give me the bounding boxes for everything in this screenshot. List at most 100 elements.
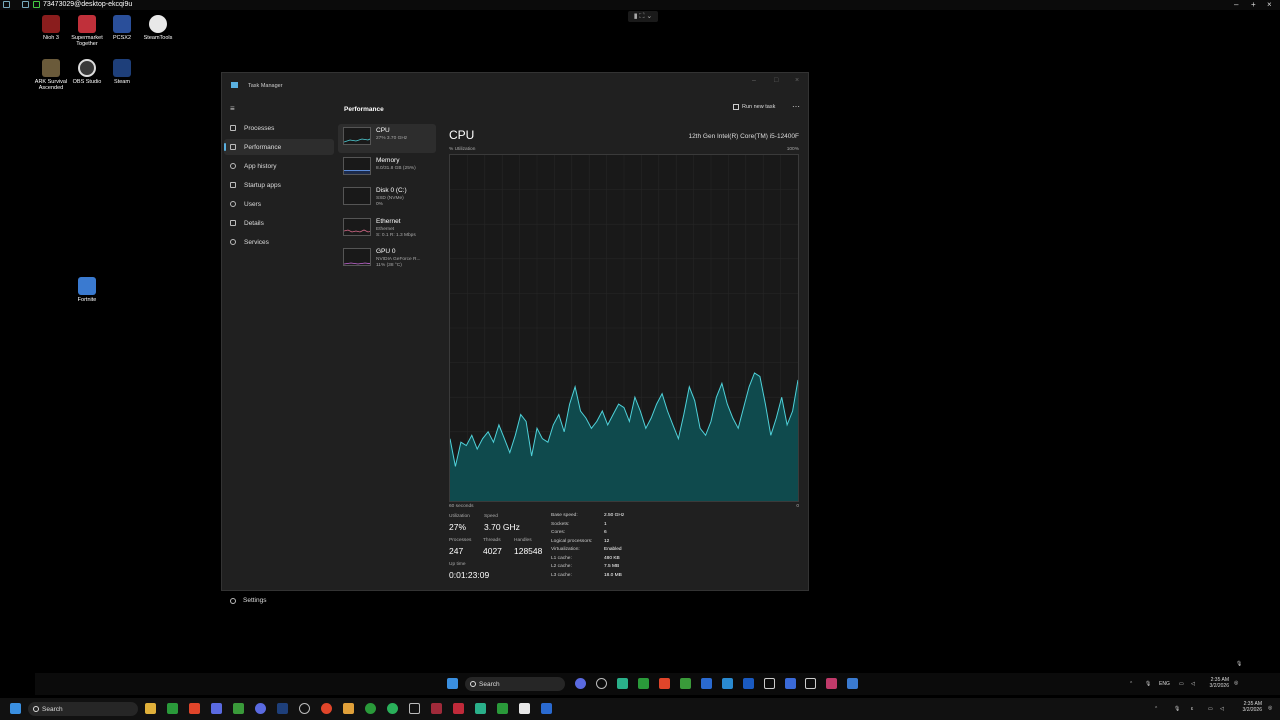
nav-processes[interactable]: Processes [224,120,334,136]
app-icon[interactable] [617,678,628,689]
close-icon[interactable]: × [1267,0,1272,9]
title-bar[interactable]: Task Manager – □ × [222,73,808,95]
monitor-icon[interactable] [409,703,420,714]
desktop-icon-pcsx2[interactable]: PCSX2 [102,15,142,41]
nvidia-icon[interactable] [233,703,244,714]
desktop-icon-obs[interactable]: OBS Studio [67,59,107,85]
brave-icon[interactable] [659,678,670,689]
device-cpu[interactable]: CPU 27% 3.70 GHz [338,124,436,153]
gpu-thumbnail [343,248,371,266]
steam-icon[interactable] [277,703,288,714]
edge-icon[interactable] [722,678,733,689]
chatgpt-icon[interactable] [299,703,310,714]
maximize-icon[interactable]: □ [774,77,778,84]
speed-label: Speed [484,514,498,519]
app-icon[interactable] [826,678,837,689]
windows-start-icon[interactable] [447,678,458,689]
memory-thumbnail [343,157,371,175]
device-disk0[interactable]: Disk 0 (C:) SSD (NVMe) 0% [338,184,436,213]
remote-toolbar-toggle[interactable]: ▮ ⛶ ⌄ [628,11,658,22]
xbox-app-icon[interactable] [365,703,376,714]
windows-start-icon[interactable] [10,703,21,714]
app-icon[interactable] [805,678,816,689]
utilization-axis-label: % Utilization [449,147,476,152]
microphone-icon[interactable]: 🎙 [1145,681,1151,687]
remote-language[interactable]: ENG [1159,681,1170,687]
spotify-icon[interactable] [387,703,398,714]
discord-alt-icon[interactable] [255,703,266,714]
notification-icon[interactable]: ◎ [1268,705,1272,711]
nioh3-icon [42,15,60,33]
network-icon[interactable]: ▭ [1208,706,1213,712]
graph-x-right-label: 0 [796,504,799,509]
uptime-label: Up time [449,562,466,567]
nav-performance[interactable]: Performance [224,139,334,155]
browser-icon[interactable] [743,678,754,689]
close-icon[interactable]: × [795,77,799,84]
cpu-graph-canvas [449,155,799,501]
settings-gear-icon [230,597,236,604]
minimize-icon[interactable]: – [1234,0,1238,9]
device-gpu0[interactable]: GPU 0 NVIDIA GeForce R... 11% (38 °C) [338,245,436,274]
nav-startup-apps[interactable]: Startup apps [224,177,334,193]
session-icon[interactable] [3,1,10,8]
maximize-icon[interactable]: + [1251,0,1256,9]
minimize-icon[interactable]: – [752,77,756,84]
nav-details[interactable]: Details [224,215,334,231]
hamburger-menu-icon[interactable]: ≡ [230,104,237,113]
nav-services[interactable]: Services [224,234,334,250]
app-icon[interactable] [431,703,442,714]
input-indicator[interactable]: ε [1191,706,1193,712]
shield-icon[interactable] [701,678,712,689]
microphone-icon[interactable]: 🎙 [1174,706,1180,712]
monitor-icon[interactable] [22,1,29,8]
notepad-icon[interactable] [519,703,530,714]
game-icon[interactable] [453,703,464,714]
terminal-icon[interactable] [764,678,775,689]
device-memory[interactable]: Memory 8.0/31.8 GB (25%) [338,154,436,183]
remote-search-box[interactable]: Search [465,677,565,691]
remote-app-icon[interactable] [785,678,796,689]
chevron-up-icon[interactable]: ⌃ [1129,681,1133,687]
app-icon[interactable] [343,703,354,714]
task-manager-window: Task Manager – □ × ≡ Processes Performan… [221,72,809,604]
mic-floating-icon[interactable]: 🎙 [1236,661,1242,667]
volume-icon[interactable]: ◁ [1220,706,1224,712]
fortnite-icon [78,277,96,295]
nav-settings[interactable]: Settings [230,597,267,604]
discord-icon[interactable] [575,678,586,689]
app-icon[interactable] [475,703,486,714]
remote-desktop-icon[interactable] [541,703,552,714]
more-options-button[interactable]: ⋯ [792,102,800,111]
chrome-icon[interactable] [321,703,332,714]
users-icon [230,201,236,207]
remote-clock[interactable]: 2:35 AM 3/2/2026 [1195,677,1229,689]
file-explorer-icon[interactable] [145,703,156,714]
xbox-icon[interactable] [167,703,178,714]
chatgpt-icon[interactable] [596,678,607,689]
local-search-box[interactable]: Search [28,702,138,716]
run-new-task-button[interactable]: Run new task [733,104,775,110]
xbox-icon[interactable] [497,703,508,714]
notification-icon[interactable]: ◎ [1234,680,1238,686]
ethernet-thumbnail [343,218,371,236]
discord-icon[interactable] [211,703,222,714]
desktop-icon-nioh3[interactable]: Nioh 3 [31,15,71,41]
device-ethernet[interactable]: Ethernet Ethernet S: 0.1 R: 1.3 Mbps [338,215,436,244]
nav-users[interactable]: Users [224,196,334,212]
nav-app-history[interactable]: App history [224,158,334,174]
local-clock[interactable]: 2:35 AM 3/2/2026 [1228,701,1262,713]
cpu-model: 12th Gen Intel(R) Core(TM) i5-12400F [688,133,799,140]
chevron-up-icon[interactable]: ⌃ [1154,706,1158,712]
nvidia-icon[interactable] [680,678,691,689]
desktop-icon-steam[interactable]: Steam [102,59,142,85]
steam-icon [113,59,131,77]
xbox-icon[interactable] [638,678,649,689]
task-manager-taskbar-icon[interactable] [847,678,858,689]
desktop-icon-ark[interactable]: ARK Survival Ascended [31,59,71,91]
brave-icon[interactable] [189,703,200,714]
desktop-icon-supermarket[interactable]: Supermarket Together [67,15,107,47]
desktop-icon-steamtools[interactable]: SteamTools [138,15,178,41]
network-icon[interactable]: ▭ [1179,681,1184,687]
desktop-icon-fortnite[interactable]: Fortnite [67,277,107,303]
